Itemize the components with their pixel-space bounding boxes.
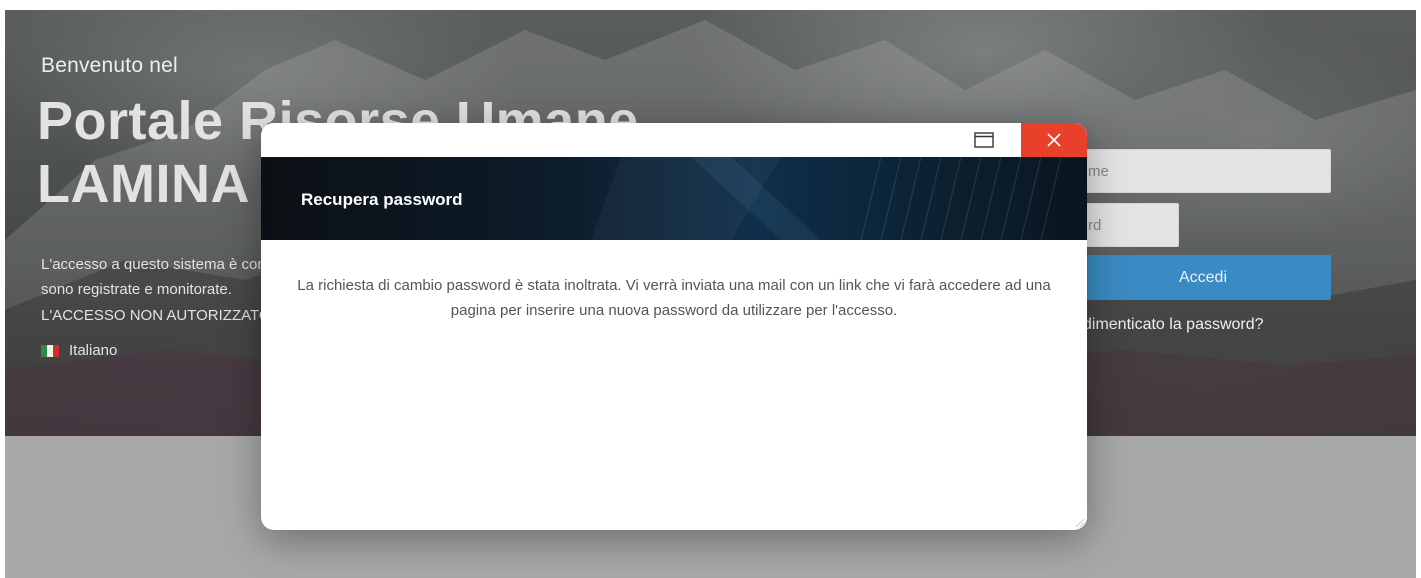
- portal-title-line2: LAMINA: [37, 154, 250, 214]
- username-input[interactable]: [1075, 149, 1331, 193]
- language-selector[interactable]: Italiano: [41, 342, 117, 359]
- password-input[interactable]: [1075, 203, 1179, 247]
- dialog-titlebar: [261, 123, 1087, 157]
- maximize-button[interactable]: [967, 128, 1001, 152]
- language-label: Italiano: [69, 342, 118, 359]
- access-notice-line1: L'accesso a questo sistema è con: [41, 256, 266, 273]
- page-background: Benvenuto nel Portale Risorse Umane LAMI…: [5, 10, 1416, 578]
- italian-flag-icon: [41, 344, 59, 357]
- forgot-password-link[interactable]: i dimenticato la password?: [1075, 316, 1264, 334]
- recover-password-dialog: Recupera password La richiesta di cambio…: [261, 123, 1087, 530]
- close-button[interactable]: [1021, 123, 1087, 157]
- maximize-icon: [974, 132, 994, 148]
- dialog-message: La richiesta di cambio password è stata …: [297, 277, 1051, 319]
- welcome-text: Benvenuto nel: [41, 54, 178, 77]
- access-notice-line2: sono registrate e monitorate.: [41, 281, 232, 298]
- dialog-title: Recupera password: [301, 190, 463, 209]
- close-icon: [1047, 133, 1061, 147]
- access-notice-line3: L'ACCESSO NON AUTORIZZATO: [41, 307, 271, 324]
- resize-grip-icon[interactable]: [1073, 516, 1085, 528]
- login-button[interactable]: Accedi: [1075, 255, 1331, 300]
- dialog-header: Recupera password: [261, 157, 1087, 240]
